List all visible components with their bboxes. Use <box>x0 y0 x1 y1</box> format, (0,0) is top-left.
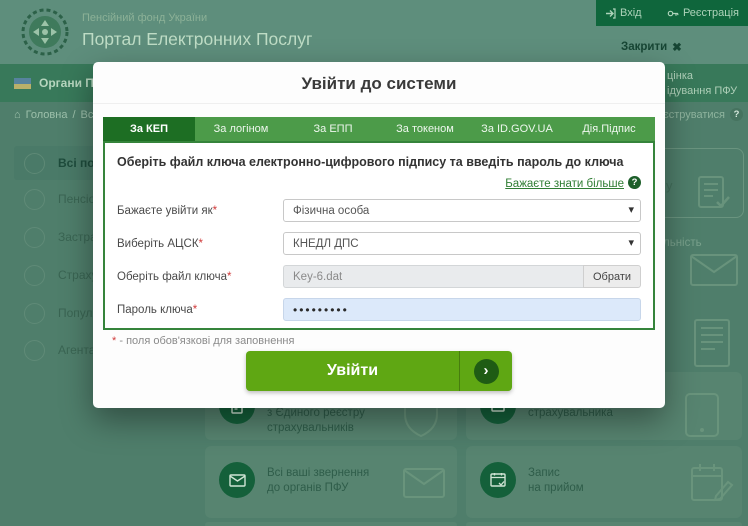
home-icon: ⌂ <box>14 109 21 121</box>
nav-right-text-fragment[interactable]: ідування ПФУ <box>667 85 737 97</box>
card-title-line: страхувальників <box>267 422 354 434</box>
card-title-line: до органів ПФУ <box>267 482 349 494</box>
required-fields-note: * - поля обов'язкові для заповнення <box>112 335 295 347</box>
tab-idgovua[interactable]: За ID.GOV.UA <box>471 117 563 141</box>
card-title-line: Всі ваші звернення <box>267 467 370 479</box>
card-title-line: на прийом <box>528 482 584 494</box>
key-login-form: Оберіть файл ключа електронно-цифрового … <box>103 141 655 330</box>
question-icon: ? <box>628 176 641 190</box>
envelope-icon <box>690 254 738 286</box>
submit-login-button[interactable]: Увійти › <box>246 351 512 391</box>
breadcrumb-home[interactable]: Головна <box>26 109 68 121</box>
portal-title: Портал Електронних Послуг <box>82 29 313 49</box>
modal-title: Увійти до системи <box>93 62 665 104</box>
tab-token[interactable]: За токеном <box>379 117 471 141</box>
field-label-key-file: Оберіть файл ключа* <box>117 270 232 283</box>
login-button[interactable]: Вхід <box>605 7 642 19</box>
question-icon: ? <box>730 108 743 121</box>
service-card-appeals[interactable]: Всі ваші звернення до органів ПФУ <box>205 446 457 518</box>
calendar-pencil-icon <box>690 462 734 506</box>
envelope-icon <box>403 468 445 498</box>
document-icon <box>693 318 731 368</box>
pfu-logo-icon <box>20 7 70 57</box>
document-check-icon <box>693 176 733 212</box>
login-modal: Увійти до системи За КЕП За логіном За Е… <box>93 62 665 408</box>
tab-epp[interactable]: За ЕПП <box>287 117 379 141</box>
card-title-line: страхувальника <box>528 407 613 419</box>
popular-icon <box>24 302 45 324</box>
insurers-icon <box>24 264 45 286</box>
card-title-line: Запис <box>528 467 560 479</box>
login-icon <box>605 7 616 19</box>
app-canvas: Пенсійний фонд України Портал Електронни… <box>0 0 748 526</box>
org-name: Пенсійний фонд України <box>82 12 208 24</box>
browse-button[interactable]: Обрати <box>583 265 641 288</box>
card-text-fragment: у <box>666 178 673 193</box>
nav-right-text-fragment[interactable]: цінка <box>667 70 693 82</box>
tab-kep[interactable]: За КЕП <box>103 117 195 141</box>
field-label-login-as: Бажаєте увійти як* <box>117 204 218 217</box>
close-icon: ✖ <box>672 42 682 54</box>
login-tabbar: За КЕП За логіном За ЕПП За токеном За I… <box>103 117 655 141</box>
modal-close-button[interactable]: Закрити ✖ <box>621 40 682 54</box>
insured-icon <box>24 226 45 248</box>
key-file-input: Key-6.dat <box>283 265 583 288</box>
form-heading: Оберіть файл ключа електронно-цифрового … <box>117 155 624 169</box>
know-more-link[interactable]: Бажаєте знати більше <box>505 178 624 190</box>
tab-diia[interactable]: Дія.Підпис <box>563 117 655 141</box>
pensioners-icon <box>24 188 45 210</box>
field-label-key-password: Пароль ключа* <box>117 303 198 316</box>
site-header: Пенсійний фонд України Портал Електронни… <box>0 0 748 64</box>
field-label-acsk: Виберіть АЦСК* <box>117 237 204 250</box>
top-auth-strip: Вхід Реєстрація <box>596 0 748 26</box>
submit-arrow-segment: › <box>459 351 512 391</box>
tablet-icon <box>684 392 720 438</box>
services-icon <box>24 152 45 174</box>
ukraine-flag-icon <box>14 77 31 89</box>
card-title-line: з Єдиного реєстру <box>267 407 365 419</box>
key-password-input[interactable] <box>283 298 641 321</box>
card-edge <box>466 522 742 526</box>
arrow-right-icon: › <box>473 358 499 384</box>
calendar-icon <box>480 462 516 498</box>
agents-icon <box>24 339 45 361</box>
acsk-select[interactable]: КНЕДЛ ДПС <box>283 232 641 255</box>
card-edge <box>205 522 457 526</box>
login-as-select[interactable]: Фізична особа <box>283 199 641 222</box>
card-text-fragment: льність <box>663 237 702 249</box>
envelope-icon <box>219 462 255 498</box>
key-icon <box>667 8 679 19</box>
register-button[interactable]: Реєстрація <box>667 7 739 19</box>
tab-login[interactable]: За логіном <box>195 117 287 141</box>
service-card-appointment[interactable]: Запис на прийом <box>466 446 742 518</box>
